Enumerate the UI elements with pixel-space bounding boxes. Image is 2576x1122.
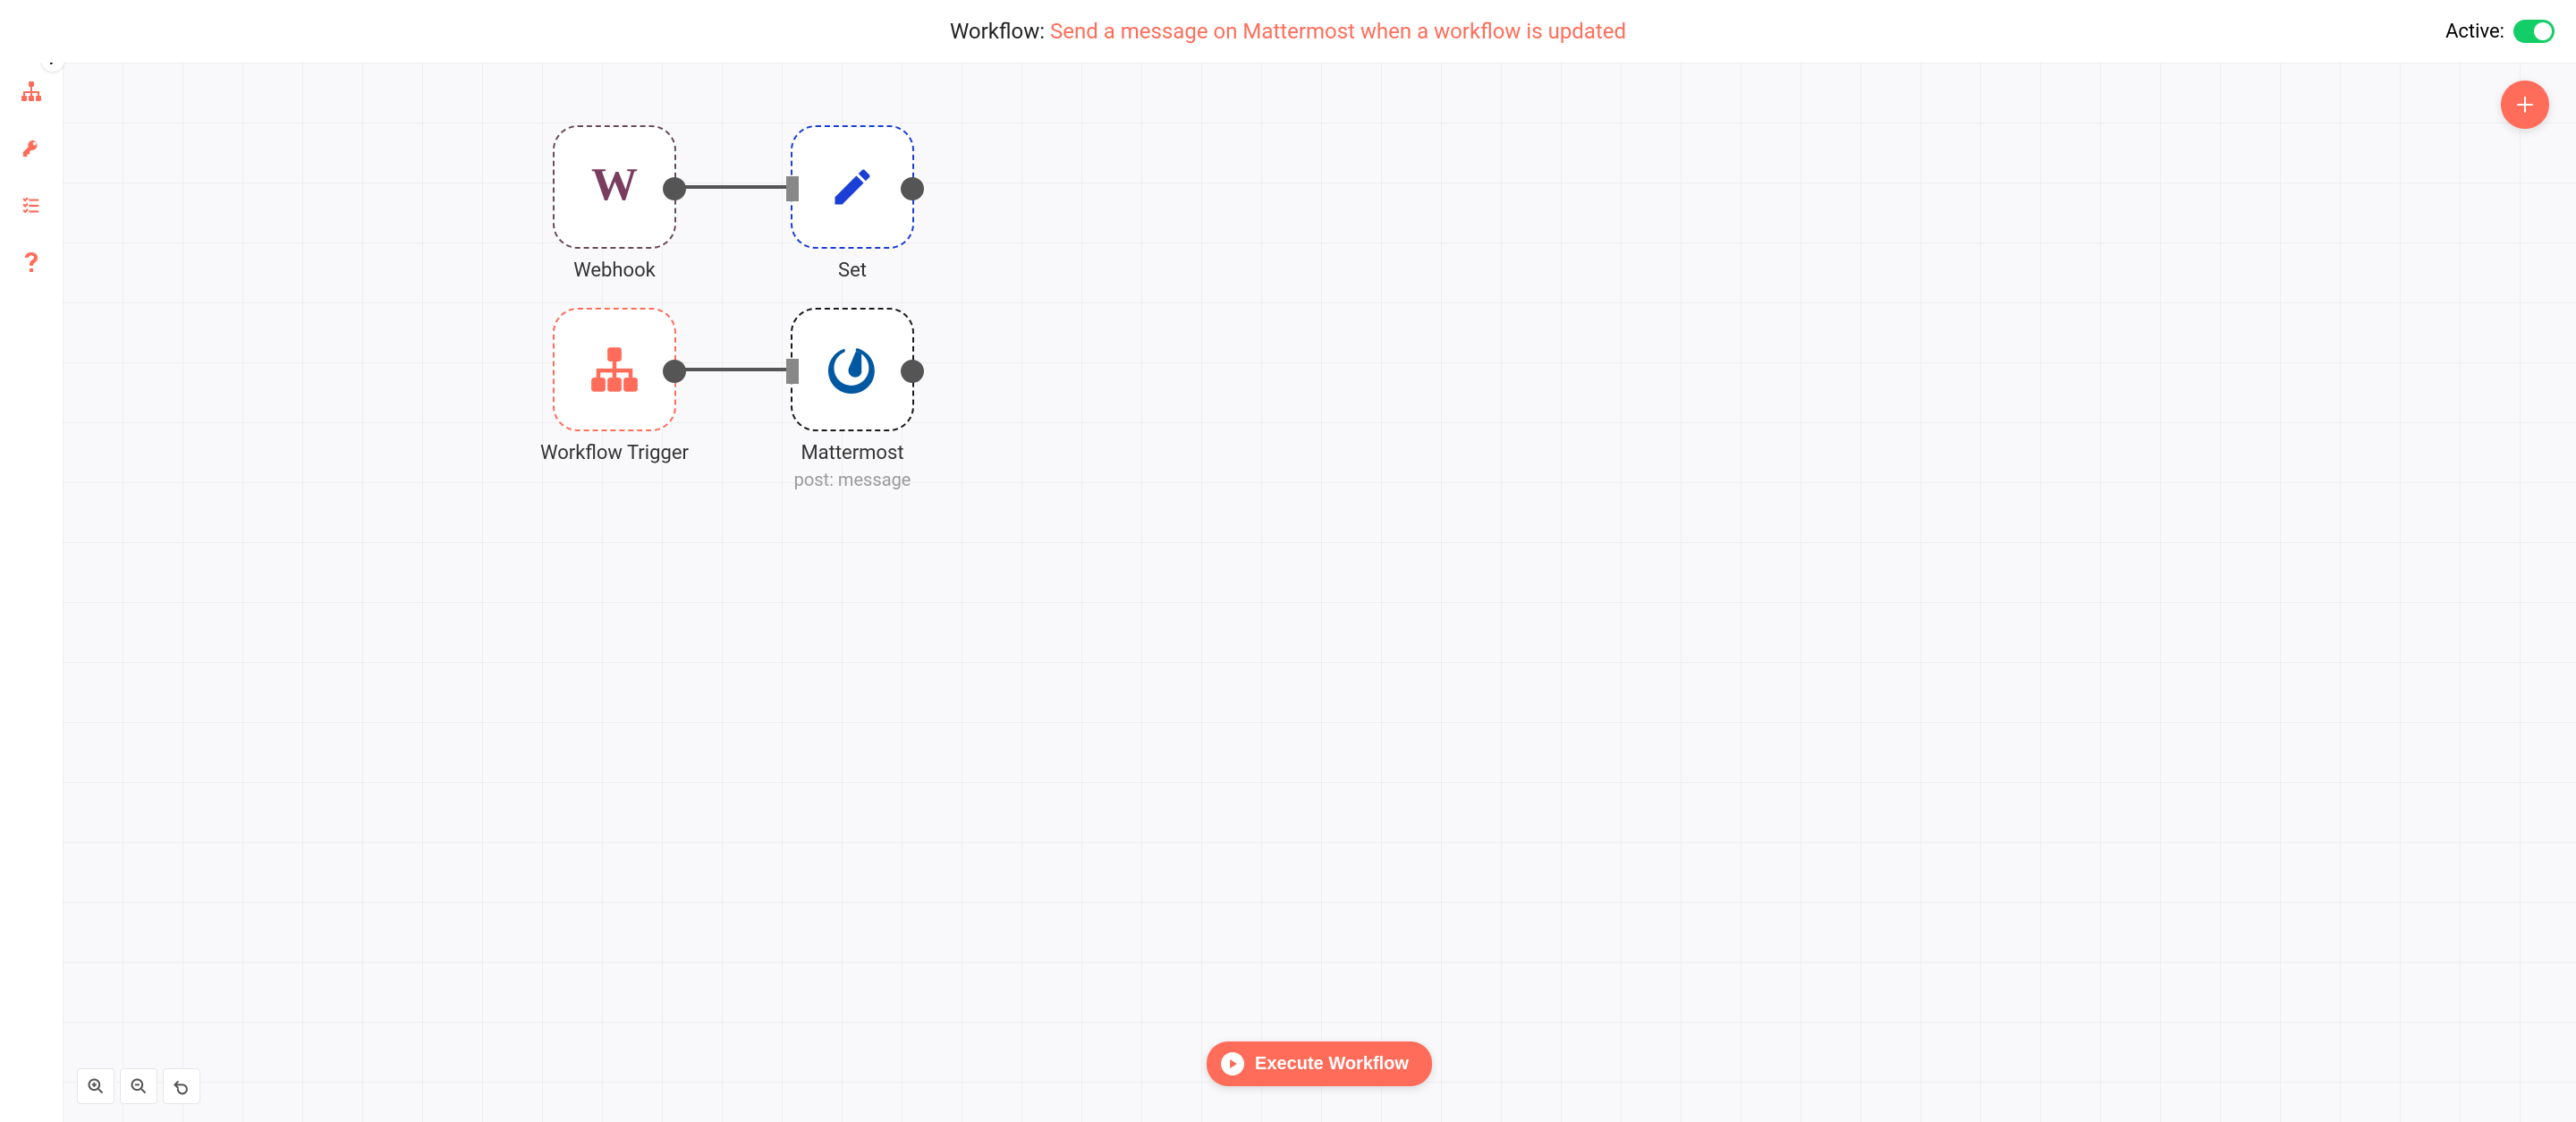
node-label: Workflow Trigger [498,442,731,464]
output-port[interactable] [901,360,924,383]
connection-webhook-set[interactable] [676,185,791,189]
execute-workflow-button[interactable]: Execute Workflow [1207,1041,1432,1086]
pencil-icon [829,164,876,210]
output-port[interactable] [663,360,686,383]
workflow-title[interactable]: Workflow: Send a message on Mattermost w… [950,19,1626,44]
active-toggle[interactable] [2513,20,2555,43]
node-mattermost[interactable]: Mattermost post: message [791,308,914,431]
node-label: Mattermost [736,442,969,464]
workflow-name: Send a message on Mattermost when a work… [1050,19,1626,44]
plus-icon [2514,94,2536,115]
sitemap-icon [590,345,639,394]
list-icon [21,196,41,216]
output-port[interactable] [901,177,924,200]
header-bar: Workflow: Send a message on Mattermost w… [0,0,2576,63]
zoom-out-icon [130,1077,148,1095]
workflow-title-prefix: Workflow: [950,19,1050,44]
zoom-controls [77,1068,200,1104]
execute-label: Execute Workflow [1255,1054,1409,1075]
sitemap-icon [21,81,42,102]
webhook-icon: W [588,160,641,214]
question-icon [24,252,38,274]
canvas[interactable]: W Webhook Set Workflow Trigger [63,63,2576,1122]
sidebar-item-credentials[interactable] [0,120,63,177]
connection-trigger-mattermost[interactable] [676,368,791,371]
node-label: Webhook [498,259,731,282]
node-label: Set [736,259,969,282]
node-webhook[interactable]: W Webhook [553,125,676,249]
zoom-reset-button[interactable] [163,1068,200,1104]
input-port[interactable] [786,176,799,201]
node-workflow-trigger[interactable]: Workflow Trigger [553,308,676,431]
key-icon [21,139,41,158]
output-port[interactable] [663,177,686,200]
sidebar-item-help[interactable] [0,234,63,292]
sidebar-item-executions[interactable] [0,177,63,234]
zoom-in-button[interactable] [77,1068,114,1104]
play-icon [1221,1052,1244,1075]
undo-icon [173,1077,191,1095]
zoom-in-icon [87,1077,105,1095]
svg-text:W: W [591,160,638,210]
zoom-out-button[interactable] [120,1068,157,1104]
toggle-knob [2534,22,2552,40]
node-sublabel: post: message [736,469,969,490]
active-label: Active: [2445,21,2504,43]
header-right: Active: [2445,0,2555,63]
sidebar [0,0,63,1122]
mattermost-icon [828,345,877,394]
add-node-button[interactable] [2501,81,2549,129]
node-set[interactable]: Set [791,125,914,249]
input-port[interactable] [786,359,799,384]
